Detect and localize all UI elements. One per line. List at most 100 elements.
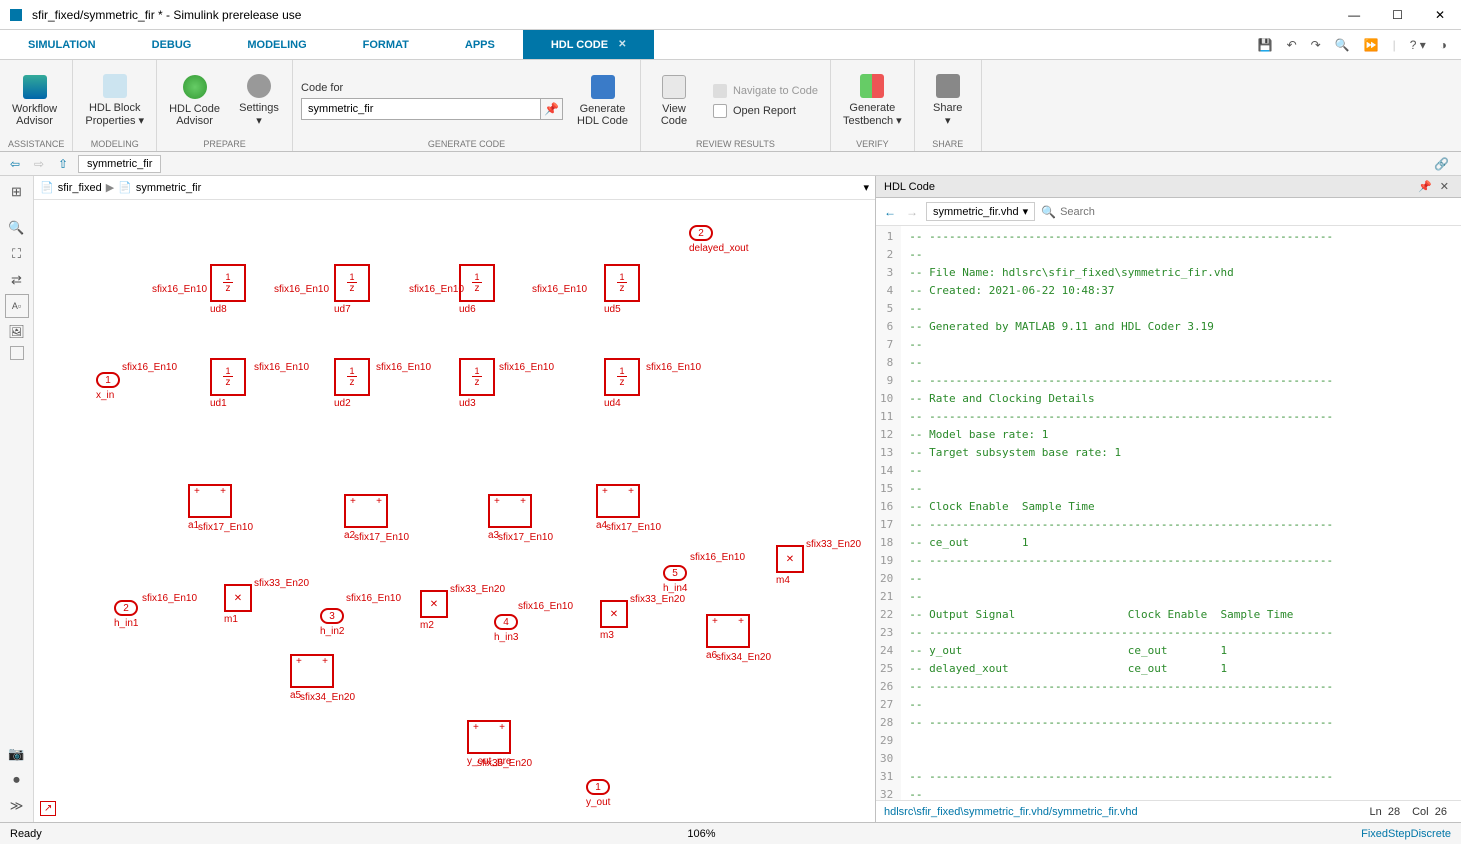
block-icon[interactable] — [10, 346, 24, 360]
tab-apps[interactable]: APPS — [437, 30, 523, 59]
label-ud1: ud1 — [210, 398, 227, 409]
search-icon[interactable]: 🔍 — [1331, 34, 1354, 56]
tab-modeling[interactable]: MODELING — [219, 30, 334, 59]
block-in-h_in1[interactable]: 2 — [114, 600, 138, 616]
settings-button[interactable]: Settings ▾ — [234, 72, 284, 129]
file-dropdown[interactable]: symmetric_fir.vhd ▾ — [926, 202, 1035, 221]
forward-icon[interactable]: ⇨ — [30, 155, 48, 173]
open-report-button[interactable]: Open Report — [709, 102, 822, 120]
block-ud2[interactable]: 1z — [334, 358, 370, 396]
block-a4[interactable]: ++ — [596, 484, 640, 518]
file-path-link[interactable]: hdlsrc\sfir_fixed\symmetric_fir.vhd/symm… — [884, 806, 1363, 818]
block-a2[interactable]: ++ — [344, 494, 388, 528]
titlebar: sfir_fixed/symmetric_fir * - Simulink pr… — [0, 0, 1461, 30]
close-panel-icon[interactable]: ✕ — [1436, 180, 1453, 193]
hdl-code-advisor-button[interactable]: HDL Code Advisor — [165, 73, 224, 129]
back-icon[interactable]: ⇦ — [6, 155, 24, 173]
testbench-icon — [860, 74, 884, 98]
block-m1[interactable]: ✕ — [224, 584, 252, 612]
block-ud7[interactable]: 1z — [334, 264, 370, 302]
block-out-delayed_xout[interactable]: 2 — [689, 225, 713, 241]
link-icon[interactable]: 🔗 — [1428, 157, 1455, 171]
block-in-x_in[interactable]: 1 — [96, 372, 120, 388]
block-a6[interactable]: ++ — [706, 614, 750, 648]
redo-icon[interactable]: ↷ — [1307, 34, 1325, 56]
breadcrumb-root[interactable]: sfir_fixed — [58, 182, 102, 194]
label-in-h_in2: h_in2 — [320, 626, 344, 637]
label-ud4: ud4 — [604, 398, 621, 409]
block-in-h_in3[interactable]: 4 — [494, 614, 518, 630]
maximize-button[interactable]: ☐ — [1384, 4, 1411, 26]
block-ud3[interactable]: 1z — [459, 358, 495, 396]
label-ud7: ud7 — [334, 304, 351, 315]
block-ud6[interactable]: 1z — [459, 264, 495, 302]
restore-icon[interactable]: ↗ — [40, 801, 56, 816]
record-icon[interactable]: ⏺ — [5, 768, 29, 792]
tab-simulation[interactable]: SIMULATION — [0, 30, 124, 59]
block-m2[interactable]: ✕ — [420, 590, 448, 618]
screenshot-icon[interactable]: 📷 — [5, 742, 29, 766]
block-ud1[interactable]: 1z — [210, 358, 246, 396]
block-a5[interactable]: ++ — [290, 654, 334, 688]
block-in-h_in4[interactable]: 5 — [663, 565, 687, 581]
block-ud4[interactable]: 1z — [604, 358, 640, 396]
fit-icon[interactable]: ⛶ — [5, 242, 29, 266]
zoom-icon[interactable]: 🔍 — [5, 216, 29, 240]
code-lines[interactable]: -- -------------------------------------… — [901, 226, 1341, 800]
label-m1: m1 — [224, 614, 238, 625]
dropdown-icon[interactable]: ▾ — [863, 181, 869, 194]
block-y_out_pre[interactable]: ++ — [467, 720, 511, 754]
dock-icon[interactable]: 📌 — [1414, 180, 1436, 193]
block-m3[interactable]: ✕ — [600, 600, 628, 628]
block-ud8[interactable]: 1z — [210, 264, 246, 302]
expand-icon[interactable]: ≫ — [5, 794, 29, 818]
block-out-y_out[interactable]: 1 — [586, 779, 610, 795]
image-icon[interactable]: 🖼 — [5, 320, 29, 344]
help-icon[interactable]: ? ▾ — [1406, 34, 1430, 56]
canvas-content: 📄 sfir_fixed ▶ 📄 symmetric_fir ▾ ↗ 1x_in… — [34, 176, 875, 822]
up-icon[interactable]: ⇧ — [54, 155, 72, 173]
tab-debug[interactable]: DEBUG — [124, 30, 220, 59]
generate-hdl-button[interactable]: Generate HDL Code — [573, 73, 632, 129]
share-button[interactable]: Share ▾ — [923, 72, 973, 129]
tab-format[interactable]: FORMAT — [335, 30, 437, 59]
canvas-toolbar: ⊞ 🔍 ⛶ ⇄ A▫ 🖼 📷 ⏺ ≫ — [0, 176, 34, 822]
minimize-button[interactable]: — — [1340, 4, 1368, 26]
navigate-to-code-button[interactable]: Navigate to Code — [709, 82, 822, 100]
label-ud2: ud2 — [334, 398, 351, 409]
workflow-advisor-button[interactable]: Workflow Advisor — [8, 73, 61, 129]
explorer-icon[interactable]: ⊞ — [5, 180, 29, 204]
breadcrumb-sub[interactable]: symmetric_fir — [136, 182, 201, 194]
more-icon[interactable]: ◑ — [1436, 34, 1451, 56]
generate-testbench-button[interactable]: Generate Testbench ▾ — [839, 72, 906, 129]
panel-back-icon[interactable]: ← — [882, 203, 898, 221]
pin-icon[interactable]: 📌 — [541, 98, 563, 120]
save-icon[interactable]: 💾 — [1254, 34, 1277, 56]
hdl-block-properties-button[interactable]: HDL Block Properties ▾ — [81, 72, 148, 129]
status-solver[interactable]: FixedStepDiscrete — [1361, 828, 1451, 840]
close-button[interactable]: ✕ — [1427, 4, 1453, 26]
search-code-input[interactable] — [1060, 206, 1455, 218]
undo-icon[interactable]: ↶ — [1283, 34, 1301, 56]
block-a1[interactable]: ++ — [188, 484, 232, 518]
block-m4[interactable]: ✕ — [776, 545, 804, 573]
block-ud5[interactable]: 1z — [604, 264, 640, 302]
status-zoom[interactable]: 106% — [647, 828, 755, 840]
block-a3[interactable]: ++ — [488, 494, 532, 528]
swap-icon[interactable]: ⇄ — [5, 268, 29, 292]
share-icon — [936, 74, 960, 98]
panel-fwd-icon[interactable]: → — [904, 203, 920, 221]
close-tab-icon[interactable]: ✕ — [618, 39, 626, 50]
simulink-diagram[interactable]: ↗ 1x_in2h_in13h_in24h_in35h_in42delayed_… — [34, 200, 875, 822]
model-icon: 📄 — [40, 181, 54, 194]
block-in-h_in2[interactable]: 3 — [320, 608, 344, 624]
shortcuts-icon[interactable]: ⏩ — [1360, 34, 1383, 56]
view-code-button[interactable]: View Code — [649, 73, 699, 129]
doc-tab[interactable]: symmetric_fir — [78, 155, 161, 173]
view-code-icon — [662, 75, 686, 99]
code-gutter: 1234567891011121314151617181920212223242… — [876, 226, 901, 800]
search-code-icon[interactable]: 🔍 — [1041, 205, 1056, 219]
tab-hdlcode[interactable]: HDL CODE ✕ — [523, 30, 655, 59]
code-for-input[interactable] — [301, 98, 541, 120]
annotate-icon[interactable]: A▫ — [5, 294, 29, 318]
